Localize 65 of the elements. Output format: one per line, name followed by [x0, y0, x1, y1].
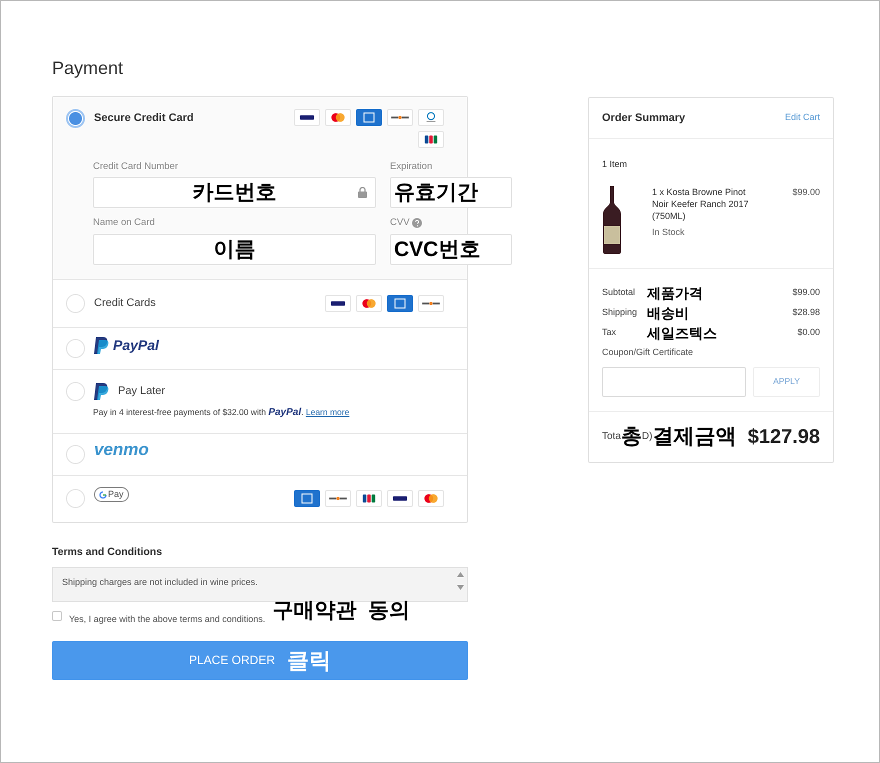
visa-card-icon — [325, 294, 351, 312]
amex-card-icon — [387, 294, 413, 312]
terms-heading: Terms and Conditions — [52, 544, 164, 560]
coupon-input-field[interactable] — [602, 366, 746, 396]
diners-card-icon — [418, 109, 444, 126]
discover-card-icon — [418, 294, 444, 312]
field-label: Name on Card — [93, 216, 156, 230]
annotation-text: 결제금액 — [652, 424, 736, 450]
coupon-label: Coupon/Gift Certificate — [602, 346, 694, 359]
radio-button[interactable] — [66, 444, 85, 464]
item-price: $99.00 — [792, 186, 820, 199]
page-title: Payment — [52, 57, 124, 80]
installment-note: Pay in 4 interest-free payments of $32.00 with PayPal. Learn more — [92, 406, 350, 420]
summary-value: $0.00 — [797, 326, 820, 340]
stock-status: In Stock — [652, 226, 686, 239]
field-label: Expiration — [390, 160, 434, 174]
amex-card-icon — [356, 109, 382, 126]
summary-value: $28.98 — [792, 306, 820, 320]
input-field[interactable]: 유효기간 — [390, 177, 512, 208]
annotation-text: 배송비 — [647, 304, 689, 322]
jcb-card-icon — [356, 490, 382, 507]
summary-value: $99.00 — [792, 286, 820, 300]
input-field[interactable]: 이름 — [93, 234, 376, 264]
radio-button[interactable] — [66, 489, 85, 508]
visa-card-icon — [387, 490, 413, 507]
paypal-p-icon — [94, 383, 109, 400]
radio-button[interactable] — [66, 294, 85, 312]
input-field[interactable]: CVC번호 — [390, 234, 512, 264]
method-label: Pay Later — [118, 384, 166, 400]
radio-button[interactable] — [66, 109, 85, 128]
agree-label: Yes, I agree with the above terms and conditions. — [69, 613, 266, 626]
venmo-logo: venmo — [94, 439, 149, 462]
wine-bottle-icon — [602, 186, 622, 254]
field-label: CVV — [390, 216, 410, 230]
paypal-logo: PayPal — [113, 336, 159, 355]
annotation-text: 총 — [620, 424, 642, 450]
mastercard-icon — [418, 490, 444, 507]
annotation-text: 세일즈텍스 — [647, 324, 717, 342]
total-value: $127.98 — [748, 424, 820, 450]
field-label: Credit Card Number — [93, 160, 179, 174]
amex-card-icon — [294, 490, 320, 507]
summary-label: Tax — [602, 326, 618, 340]
paypal-p-icon — [94, 336, 109, 354]
item-count: 1 Item — [602, 159, 628, 169]
google-pay-logo: Pay — [94, 486, 129, 502]
mastercard-icon — [325, 109, 351, 126]
total-label: D) — [642, 430, 652, 444]
summary-title: Order Summary — [602, 110, 686, 126]
product-name: 1 x Kosta Browne Pinot Noir Keefer Ranch 2017 (750ML) — [652, 186, 750, 222]
discover-card-icon — [325, 490, 351, 507]
summary-label: Subtotal — [602, 286, 636, 300]
jcb-card-icon — [418, 131, 444, 148]
mastercard-icon — [356, 294, 382, 312]
discover-card-icon — [387, 109, 413, 126]
input-field[interactable]: 카드번호 — [93, 177, 376, 208]
checkbox[interactable] — [52, 611, 62, 621]
learn-more-link[interactable]: Learn more — [306, 407, 350, 417]
radio-button[interactable] — [66, 338, 85, 358]
annotation-text: 제품가격 — [647, 284, 703, 302]
method-label: Secure Credit Card — [94, 111, 194, 126]
summary-label: Shipping — [602, 306, 638, 320]
visa-card-icon — [294, 109, 320, 126]
method-label: Credit Cards — [94, 296, 156, 311]
total-label: Tota — [602, 430, 621, 444]
radio-button[interactable] — [66, 382, 85, 401]
